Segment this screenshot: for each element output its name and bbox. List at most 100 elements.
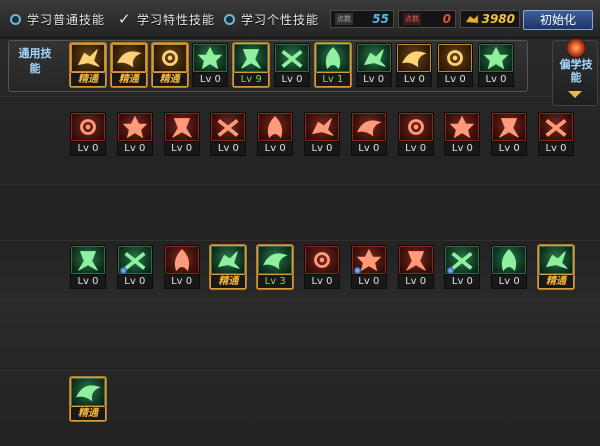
skill-slot[interactable]: Lv 0	[444, 112, 481, 156]
skill-level: Lv 3	[257, 275, 294, 289]
skill-slot[interactable]: Lv 9	[233, 43, 270, 87]
skill-slot[interactable]: Lv 0	[257, 112, 294, 156]
skill-slot[interactable]: Lv 0	[350, 112, 387, 156]
spiral-icon-glyph	[402, 51, 427, 68]
skill-slot[interactable]: 精通	[210, 245, 247, 289]
skill-slot[interactable]: Lv 0	[274, 43, 310, 87]
skill-slot[interactable]: Lv 0	[491, 245, 528, 289]
target-icon	[274, 43, 310, 73]
arrow-right-icon	[70, 245, 106, 275]
fire-orb-icon	[566, 38, 586, 58]
skill-level: 精通	[70, 407, 106, 421]
skill-slot[interactable]: 精通	[538, 245, 574, 289]
skill-slot[interactable]: 精通	[151, 43, 188, 87]
helmet-icon	[355, 43, 392, 73]
top-bar: 学习普通技能 ✓ 学习特性技能 学习个性技能 点数 55 点数 0 3980 初…	[0, 0, 600, 38]
wings-icon-glyph	[198, 46, 223, 70]
helmet-icon-glyph	[363, 49, 386, 67]
chevron-down-icon[interactable]	[568, 91, 582, 98]
skill-slot[interactable]: 精通	[70, 377, 106, 421]
radio-icon[interactable]	[10, 13, 21, 25]
wind-icon-glyph	[171, 118, 192, 138]
spiral-icon	[396, 43, 433, 73]
skill-slot[interactable]: Lv 0	[210, 112, 247, 156]
beast-head-icon-glyph	[545, 251, 568, 269]
rune-icon-glyph	[407, 119, 424, 135]
crosshair-icon-glyph	[241, 49, 261, 69]
pip-icon	[353, 267, 361, 274]
skill-level: Lv 0	[491, 142, 528, 156]
points-value: 0	[442, 12, 451, 26]
flame-leap-icon-glyph	[174, 249, 189, 272]
skill-level: Lv 0	[538, 142, 574, 156]
gold-value: 3980	[481, 12, 515, 26]
skill-slot[interactable]: Lv 0	[116, 112, 153, 156]
gold-counter: 3980	[460, 10, 520, 28]
skill-slot[interactable]: Lv 0	[70, 245, 106, 289]
skill-slot[interactable]: Lv 0	[192, 43, 229, 87]
initialize-button[interactable]: 初始化	[523, 10, 593, 30]
skill-level: Lv 0	[70, 142, 106, 156]
skill-slot[interactable]: Lv 0	[396, 43, 433, 87]
skill-slot[interactable]: Lv 0	[304, 112, 340, 156]
beast-head-icon	[538, 245, 574, 275]
tab-label: 学习个性技能	[241, 12, 320, 27]
skill-level: Lv 0	[257, 142, 294, 156]
crosshair-icon	[233, 43, 270, 73]
vortex-icon-glyph	[263, 253, 288, 270]
skill-slot[interactable]: Lv 0	[304, 245, 340, 289]
skill-window: 学习普通技能 ✓ 学习特性技能 学习个性技能 点数 55 点数 0 3980 初…	[0, 0, 600, 446]
skill-slot[interactable]: Lv 0	[70, 112, 106, 156]
skill-slot[interactable]: Lv 0	[355, 43, 392, 87]
claw-icon-glyph	[217, 119, 239, 137]
skill-slot[interactable]: Lv 0	[163, 245, 200, 289]
muscle-icon	[437, 43, 474, 73]
skill-slot[interactable]: Lv 0	[397, 112, 434, 156]
skill-slot[interactable]: Lv 1	[314, 43, 351, 87]
seated-figure-icon	[70, 43, 106, 73]
slash-icon	[116, 112, 153, 142]
skill-slot[interactable]: Lv 0	[437, 43, 474, 87]
skill-slot[interactable]: Lv 3	[257, 245, 294, 289]
skill-slot[interactable]: Lv 0	[163, 112, 200, 156]
checkmark-icon[interactable]: ✓	[118, 12, 132, 27]
tab-trait-skills[interactable]: ✓ 学习特性技能	[118, 10, 215, 28]
shadow-icon-glyph	[545, 119, 567, 137]
skill-slot[interactable]: 精通	[70, 43, 106, 87]
dash-strike-icon	[70, 112, 106, 142]
pip-icon	[119, 267, 127, 274]
tab-normal-skills[interactable]: 学习普通技能	[10, 10, 105, 28]
skill-level: Lv 0	[116, 142, 153, 156]
bird-icon-glyph	[499, 118, 519, 138]
skill-level: Lv 0	[192, 73, 229, 87]
skill-level: Lv 9	[233, 73, 270, 87]
skill-level: Lv 0	[116, 275, 153, 289]
skill-level: Lv 0	[350, 275, 387, 289]
skill-slot[interactable]: Lv 0	[116, 245, 153, 289]
muscle-icon-glyph	[447, 50, 464, 66]
skill-slot[interactable]: Lv 0	[478, 43, 514, 87]
holy-cross-icon-glyph	[218, 251, 240, 269]
skill-level: Lv 0	[274, 73, 310, 87]
runner-icon-glyph	[116, 51, 142, 68]
wing-strike-icon	[491, 245, 528, 275]
cross-icon-glyph	[450, 115, 475, 139]
dash-strike-icon-glyph	[80, 119, 96, 135]
warrior-icon	[314, 43, 351, 73]
skill-level: Lv 0	[210, 142, 247, 156]
shadow-icon	[538, 112, 574, 142]
divider	[0, 370, 600, 371]
warrior-icon-glyph	[325, 47, 340, 70]
skill-slot[interactable]: Lv 0	[350, 245, 387, 289]
skill-slot[interactable]: 精通	[110, 43, 147, 87]
skill-slot[interactable]: Lv 0	[538, 112, 574, 156]
radio-icon[interactable]	[224, 13, 235, 25]
skill-level: Lv 0	[444, 275, 481, 289]
berserk-icon	[70, 377, 106, 407]
tab-personal-skills[interactable]: 学习个性技能	[224, 10, 319, 28]
skill-level: 精通	[151, 73, 188, 87]
skill-level: Lv 0	[70, 275, 106, 289]
skill-slot[interactable]: Lv 0	[397, 245, 434, 289]
skill-slot[interactable]: Lv 0	[491, 112, 528, 156]
skill-slot[interactable]: Lv 0	[444, 245, 481, 289]
